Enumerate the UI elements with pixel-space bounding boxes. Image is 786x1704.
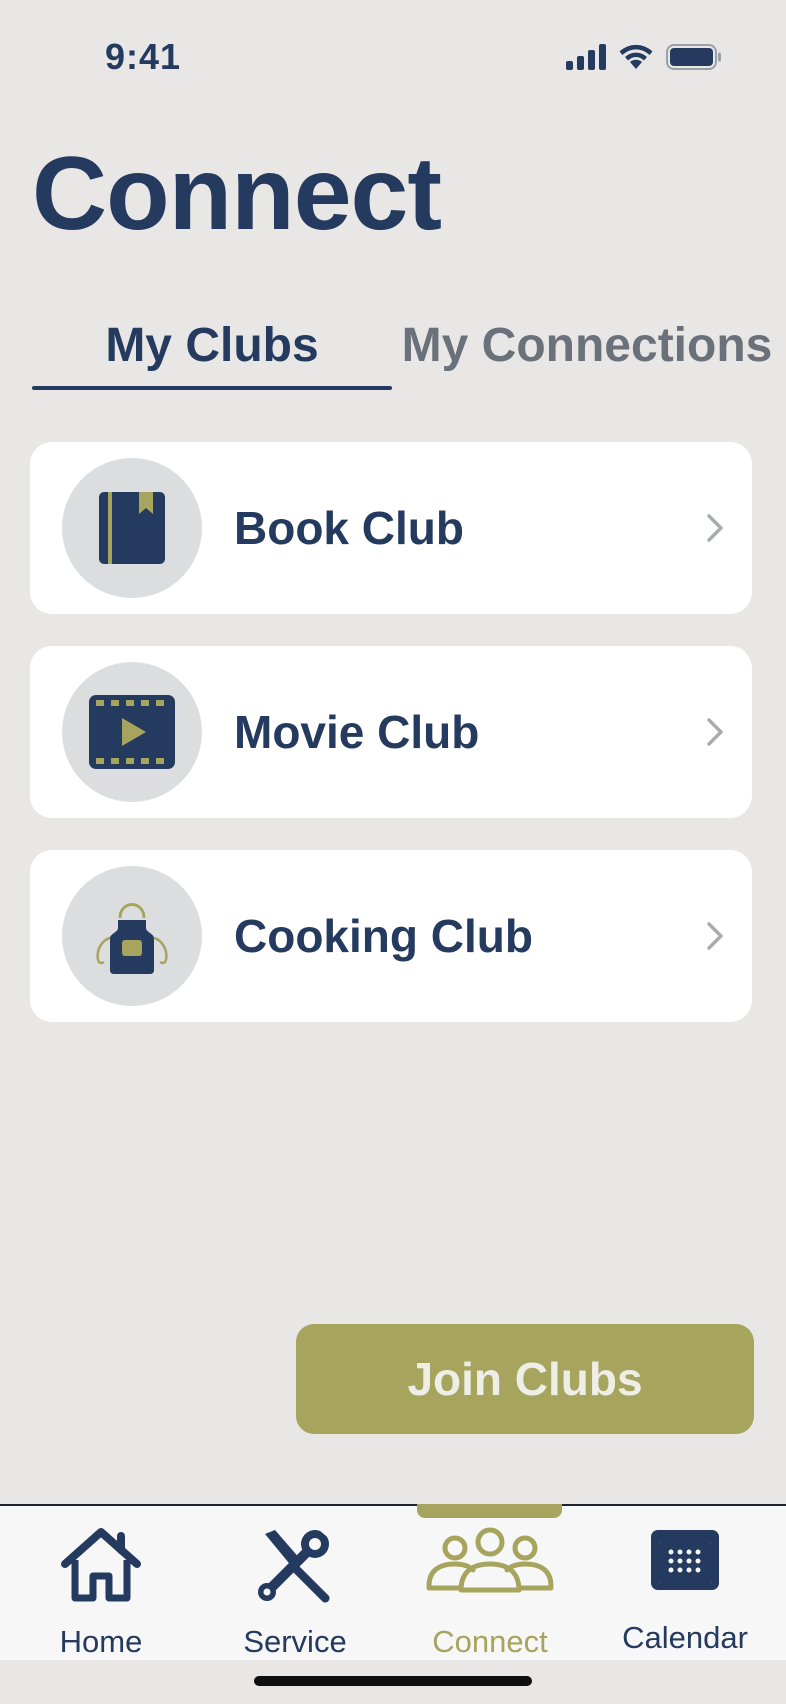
nav-label: Service — [243, 1624, 347, 1659]
tab-my-clubs[interactable]: My Clubs — [32, 318, 392, 392]
signal-icon — [566, 44, 606, 70]
nav-item-calendar[interactable]: Calendar — [587, 1506, 783, 1666]
chevron-right-icon — [707, 718, 723, 746]
club-card-book-club[interactable]: Book Club — [30, 442, 752, 614]
home-icon — [61, 1528, 141, 1602]
tools-icon — [258, 1530, 331, 1603]
club-name: Book Club — [234, 502, 464, 554]
club-icon-badge — [62, 662, 202, 802]
apron-icon — [96, 903, 168, 974]
chevron-right-icon — [707, 922, 723, 950]
chevron-right-icon — [707, 514, 723, 542]
status-time: 9:41 — [105, 36, 182, 77]
nav-item-service[interactable]: Service — [197, 1506, 393, 1666]
club-card-cooking-club[interactable]: Cooking Club — [30, 850, 752, 1022]
club-icon-badge — [62, 458, 202, 598]
join-clubs-button[interactable]: Join Clubs — [296, 1324, 754, 1434]
home-indicator — [254, 1676, 532, 1686]
page-title: Connect — [32, 136, 442, 252]
tab-my-connections[interactable]: My Connections — [392, 318, 782, 392]
club-name: Cooking Club — [234, 910, 533, 962]
battery-icon — [666, 44, 721, 70]
active-tab-underline — [32, 386, 392, 390]
people-icon — [426, 1527, 554, 1593]
calendar-icon — [651, 1530, 719, 1590]
nav-item-connect[interactable]: Connect — [392, 1506, 588, 1666]
club-name: Movie Club — [234, 706, 480, 758]
club-card-movie-club[interactable]: Movie Club — [30, 646, 752, 818]
nav-item-home[interactable]: Home — [3, 1506, 199, 1666]
book-icon — [99, 492, 165, 564]
nav-label: Connect — [432, 1624, 548, 1659]
segment-tabs: My Clubs My Connections — [32, 318, 772, 392]
nav-label: Calendar — [622, 1620, 748, 1655]
wifi-icon — [619, 44, 653, 69]
club-icon-badge — [62, 866, 202, 1006]
club-list: Book Club Movie Club Cooking Club — [30, 442, 752, 1054]
nav-label: Home — [59, 1624, 143, 1659]
status-icons — [566, 44, 722, 70]
film-icon — [89, 695, 175, 769]
status-bar: 9:41 — [0, 0, 786, 118]
